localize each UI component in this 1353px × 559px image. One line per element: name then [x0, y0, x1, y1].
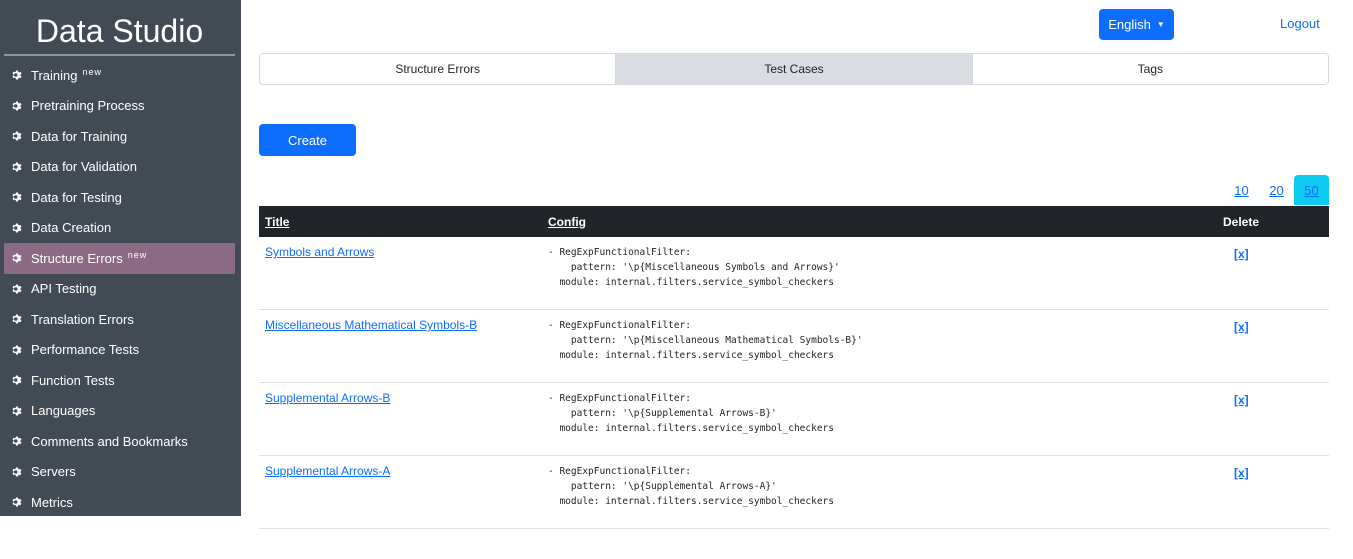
- row-title-link[interactable]: Miscellaneous Mathematical Symbols-B: [265, 318, 477, 332]
- sidebar-item-function-tests[interactable]: Function Tests: [4, 365, 235, 396]
- gear-icon: [11, 405, 23, 417]
- sidebar-item-api-testing[interactable]: API Testing: [4, 274, 235, 305]
- sidebar-item-training[interactable]: Training new: [4, 60, 235, 91]
- sidebar-item-label: Translation Errors: [31, 311, 134, 327]
- gear-icon: [11, 100, 23, 112]
- gear-icon: [11, 435, 23, 447]
- gear-icon: [11, 313, 23, 325]
- row-config: - RegExpFunctionalFilter: pattern: '\p{M…: [548, 247, 840, 288]
- new-badge: new: [82, 67, 102, 78]
- gear-icon: [11, 161, 23, 173]
- gear-icon: [11, 466, 23, 478]
- page-size-selector: 10 20 50: [1224, 175, 1329, 205]
- sidebar-item-label: Languages: [31, 403, 96, 419]
- language-label: English: [1108, 17, 1151, 32]
- logout-link[interactable]: Logout: [1280, 16, 1320, 31]
- sidebar-item-languages[interactable]: Languages: [4, 396, 235, 427]
- gear-icon: [11, 252, 23, 264]
- row-config: - RegExpFunctionalFilter: pattern: '\p{S…: [548, 466, 834, 507]
- create-button[interactable]: Create: [259, 124, 356, 156]
- delete-button[interactable]: [x]: [1234, 320, 1249, 334]
- sidebar-item-label: Data for Testing: [31, 189, 122, 205]
- gear-icon: [11, 374, 23, 386]
- row-title-link[interactable]: Symbols and Arrows: [265, 245, 374, 259]
- sidebar-item-label: Data for Validation: [31, 159, 137, 175]
- app-title: Data Studio: [4, 0, 235, 56]
- column-header-title[interactable]: Title: [265, 215, 289, 229]
- sidebar-item-label: Structure Errors: [31, 250, 123, 266]
- gear-icon: [11, 496, 23, 508]
- sidebar-item-label: Metrics: [31, 494, 73, 510]
- sidebar-item-label: Data for Training: [31, 128, 128, 144]
- gear-icon: [11, 130, 23, 142]
- gear-icon: [11, 283, 23, 295]
- gear-icon: [11, 191, 23, 203]
- row-config: - RegExpFunctionalFilter: pattern: '\p{M…: [548, 320, 863, 361]
- table-body: Symbols and Arrows - RegExpFunctionalFilt…: [259, 237, 1329, 529]
- sidebar-item-metrics[interactable]: Metrics: [4, 487, 235, 516]
- tab-structure-errors[interactable]: Structure Errors: [260, 54, 616, 84]
- column-header-config[interactable]: Config: [548, 215, 586, 229]
- sidebar-item-label: Function Tests: [31, 372, 115, 388]
- tab-tags[interactable]: Tags: [971, 54, 1328, 84]
- gear-icon: [11, 222, 23, 234]
- sidebar-item-data-for-validation[interactable]: Data for Validation: [4, 152, 235, 183]
- sidebar-item-label: Data Creation: [31, 220, 112, 236]
- sidebar-item-label: Performance Tests: [31, 342, 140, 358]
- page-size-option[interactable]: 10: [1224, 175, 1259, 205]
- tab-test-cases[interactable]: Test Cases: [615, 54, 972, 84]
- row-title-link[interactable]: Supplemental Arrows-A: [265, 464, 390, 478]
- table-row: Supplemental Arrows-B - RegExpFunctionalF…: [259, 383, 1329, 456]
- sidebar: Data Studio Training new Pretraining Proce…: [0, 0, 241, 516]
- row-config: - RegExpFunctionalFilter: pattern: '\p{S…: [548, 393, 834, 434]
- table-row: Miscellaneous Mathematical Symbols-B - Re…: [259, 310, 1329, 383]
- column-header-delete: Delete: [1223, 214, 1260, 229]
- sidebar-item-data-creation[interactable]: Data Creation: [4, 213, 235, 244]
- sidebar-item-performance-tests[interactable]: Performance Tests: [4, 335, 235, 366]
- sidebar-item-label: Training: [31, 67, 78, 83]
- test-cases-table: Title Config Delete Symbols and Arrows - …: [259, 206, 1329, 529]
- language-dropdown[interactable]: English ▼: [1099, 9, 1174, 40]
- sidebar-item-data-for-testing[interactable]: Data for Testing: [4, 182, 235, 213]
- new-badge: new: [127, 250, 148, 261]
- sidebar-menu: Training new Pretraining Process Data for T…: [0, 60, 241, 516]
- sidebar-item-label: Comments and Bookmarks: [31, 433, 188, 449]
- page-size-option[interactable]: 20: [1259, 175, 1294, 205]
- sidebar-item-pretraining-process[interactable]: Pretraining Process: [4, 91, 235, 122]
- delete-button[interactable]: [x]: [1234, 393, 1249, 407]
- sidebar-item-label: API Testing: [31, 281, 97, 297]
- row-title-link[interactable]: Supplemental Arrows-B: [265, 391, 390, 405]
- gear-icon: [11, 344, 23, 356]
- sidebar-item-label: Servers: [31, 464, 76, 480]
- tab-bar: Structure Errors Test Cases Tags: [259, 53, 1329, 85]
- page-size-option[interactable]: 50: [1294, 175, 1329, 205]
- table-row: Supplemental Arrows-A - RegExpFunctionalF…: [259, 456, 1329, 529]
- sidebar-item-comments-and-bookmarks[interactable]: Comments and Bookmarks: [4, 426, 235, 457]
- sidebar-item-servers[interactable]: Servers: [4, 457, 235, 488]
- table-row: Symbols and Arrows - RegExpFunctionalFilt…: [259, 237, 1329, 310]
- sidebar-item-structure-errors[interactable]: Structure Errors new: [4, 243, 235, 274]
- caret-down-icon: ▼: [1156, 20, 1165, 29]
- sidebar-item-data-for-training[interactable]: Data for Training: [4, 121, 235, 152]
- gear-icon: [11, 69, 23, 81]
- delete-button[interactable]: [x]: [1234, 466, 1249, 480]
- table-header: Title Config Delete: [259, 206, 1329, 237]
- sidebar-item-label: Pretraining Process: [31, 98, 145, 114]
- delete-button[interactable]: [x]: [1234, 247, 1249, 261]
- sidebar-item-translation-errors[interactable]: Translation Errors: [4, 304, 235, 335]
